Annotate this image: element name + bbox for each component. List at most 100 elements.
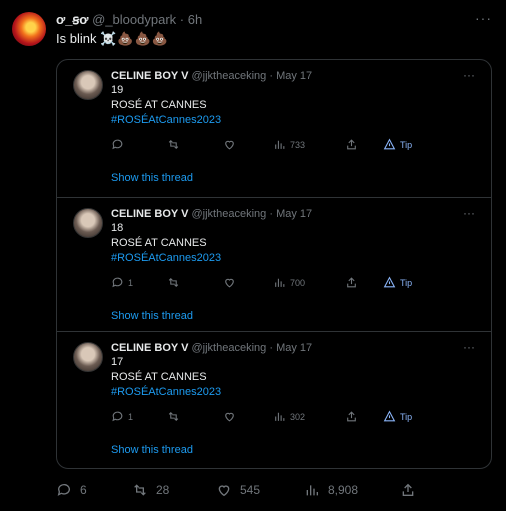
avatar[interactable] [73, 342, 103, 372]
reply-icon [112, 277, 123, 288]
quoted-tweet-header: CELINE BOY V @jjktheaceking · May 17 [111, 70, 312, 82]
handle[interactable]: @jjktheaceking [192, 208, 267, 220]
timestamp[interactable]: May 17 [276, 342, 312, 354]
quoted-tweet-header: CELINE BOY V @jjktheaceking · May 17 [111, 342, 312, 354]
quoted-tweet-header: CELINE BOY V @jjktheaceking · May 17 [111, 208, 312, 220]
tweet-action-bar: 1 700 Tip [111, 276, 451, 292]
like-button[interactable] [223, 138, 236, 151]
tweet-text-body: Is blink [56, 31, 97, 46]
hashtag-link[interactable]: #ROSÉAtCannes2023 [111, 114, 221, 126]
tweet-text-body: ROSÉ AT CANNES [111, 371, 207, 383]
reply-button[interactable]: 6 [56, 482, 87, 498]
tweet-action-bar: 733 Tip [111, 138, 451, 154]
tweet-action-bar: 6 28 545 8,908 [56, 482, 476, 500]
share-icon [347, 277, 356, 288]
share-icon [347, 139, 356, 150]
like-count: 545 [240, 483, 261, 497]
quoted-tweet[interactable]: CELINE BOY V @jjktheaceking · May 17 ···… [57, 331, 491, 468]
separator-dot: · [179, 12, 185, 27]
timestamp[interactable]: 6h [188, 12, 202, 27]
hashtag-link[interactable]: #ROSÉAtCannes2023 [111, 386, 221, 398]
share-button[interactable] [345, 276, 358, 289]
avatar[interactable] [73, 208, 103, 238]
tip-button[interactable]: Tip [383, 276, 412, 289]
like-button[interactable] [223, 276, 236, 289]
retweet-button[interactable] [167, 138, 180, 151]
views-button[interactable]: 700 [273, 276, 305, 289]
share-button[interactable] [400, 482, 416, 498]
reply-icon [57, 484, 70, 496]
like-button[interactable]: 545 [216, 482, 260, 498]
reply-count: 1 [128, 277, 134, 288]
retweet-button[interactable]: 28 [132, 482, 169, 498]
like-button[interactable] [223, 410, 236, 423]
views-icon [275, 140, 285, 149]
tip-label: Tip [400, 411, 413, 422]
views-count: 700 [290, 277, 306, 288]
tweet-number: 17 [111, 356, 124, 368]
more-icon[interactable]: ··· [463, 68, 475, 82]
hashtag-link[interactable]: #ROSÉAtCannes2023 [111, 252, 221, 264]
handle[interactable]: @jjktheaceking [192, 70, 267, 82]
views-icon [275, 412, 285, 421]
share-icon [347, 411, 356, 422]
views-button[interactable]: 733 [273, 138, 305, 151]
reply-icon [112, 411, 123, 422]
quoted-thread-card[interactable]: CELINE BOY V @jjktheaceking · May 17 ···… [56, 59, 492, 469]
retweet-icon [134, 484, 146, 496]
tweet-number: 18 [111, 222, 124, 234]
display-name[interactable]: CELINE BOY V [111, 342, 188, 354]
quoted-tweet[interactable]: CELINE BOY V @jjktheaceking · May 17 ···… [57, 197, 491, 331]
tip-label: Tip [400, 139, 413, 150]
tweet-text-body: ROSÉ AT CANNES [111, 99, 207, 111]
timestamp[interactable]: May 17 [276, 70, 312, 82]
views-count: 733 [290, 139, 306, 150]
reply-button[interactable]: 1 [111, 276, 133, 289]
like-icon [225, 412, 234, 422]
like-icon [218, 485, 230, 497]
separator-dot: · [269, 70, 273, 82]
timestamp[interactable]: May 17 [276, 208, 312, 220]
quoted-tweet[interactable]: CELINE BOY V @jjktheaceking · May 17 ···… [57, 60, 491, 197]
reply-count: 6 [80, 483, 87, 497]
tip-button[interactable]: Tip [383, 138, 412, 151]
separator-dot: · [269, 342, 273, 354]
retweet-button[interactable] [167, 276, 180, 289]
show-thread-link[interactable]: Show this thread [111, 310, 193, 322]
avatar[interactable] [73, 70, 103, 100]
reply-button[interactable]: 1 [111, 410, 133, 423]
more-icon[interactable]: ··· [463, 206, 475, 220]
more-icon[interactable]: ··· [475, 10, 492, 26]
tip-icon [383, 410, 396, 422]
tweet-text: Is blink ☠️💩💩💩 [56, 31, 169, 47]
display-name[interactable]: CELINE BOY V [111, 70, 188, 82]
like-icon [225, 140, 234, 150]
views-button[interactable]: 302 [273, 410, 305, 423]
retweet-button[interactable] [167, 410, 180, 423]
views-button[interactable]: 8,908 [304, 482, 358, 498]
retweet-icon [168, 277, 179, 288]
avatar[interactable] [12, 12, 46, 46]
reply-button[interactable] [111, 138, 128, 151]
display-name[interactable]: CELINE BOY V [111, 208, 188, 220]
display-name[interactable]: ơ_ꞩơ [56, 12, 89, 27]
tip-icon [383, 138, 396, 150]
views-icon [275, 278, 285, 287]
tip-button[interactable]: Tip [383, 410, 412, 423]
reply-count: 1 [128, 411, 134, 422]
more-icon[interactable]: ··· [463, 340, 475, 354]
separator-dot: · [269, 208, 273, 220]
retweet-icon [168, 411, 179, 422]
retweet-icon [168, 139, 179, 150]
share-button[interactable] [345, 410, 358, 423]
show-thread-link[interactable]: Show this thread [111, 444, 193, 456]
tweet-header: ơ_ꞩơ @_bloodypark · 6h [56, 12, 202, 28]
tip-label: Tip [400, 277, 413, 288]
views-icon [306, 485, 318, 496]
handle[interactable]: @_bloodypark [92, 12, 176, 27]
like-icon [225, 278, 234, 288]
share-button[interactable] [345, 138, 358, 151]
handle[interactable]: @jjktheaceking [192, 342, 267, 354]
tip-icon [383, 276, 396, 288]
show-thread-link[interactable]: Show this thread [111, 172, 193, 184]
